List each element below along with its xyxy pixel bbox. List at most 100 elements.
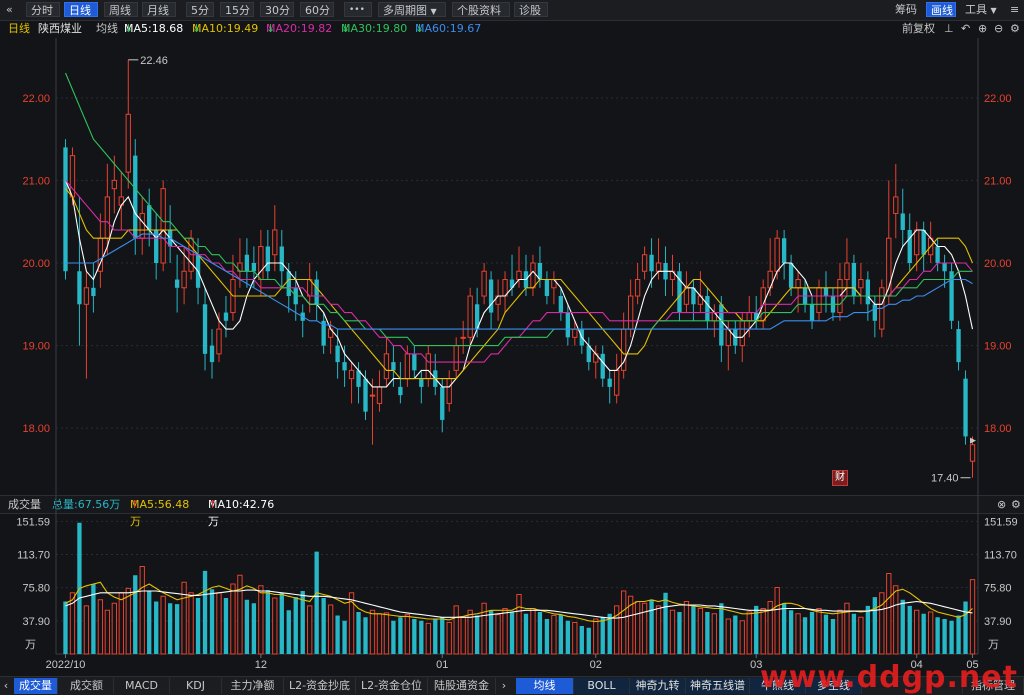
- volume-bar-up: [111, 602, 117, 655]
- volume-bar-down: [363, 617, 368, 654]
- tabs-left-arrow-icon[interactable]: ‹: [0, 679, 12, 693]
- volume-bar-down: [391, 620, 396, 654]
- volume-bar-up: [739, 620, 745, 655]
- volume-bar-up: [711, 613, 718, 655]
- candle-body-up: [641, 254, 648, 272]
- volume-bar-up: [327, 604, 334, 655]
- volume-bar-down: [398, 617, 403, 654]
- tab-l2-bottom[interactable]: L2-资金抄底: [284, 678, 356, 694]
- tab-volume[interactable]: 成交量: [14, 678, 58, 694]
- candle-body-down: [279, 246, 284, 272]
- volume-bar-down: [900, 599, 905, 654]
- candle-body-down: [63, 147, 68, 272]
- volume-bar-down: [872, 597, 877, 654]
- candle-body-up: [481, 270, 487, 297]
- candle-body-down: [942, 263, 947, 272]
- candle-body-up: [969, 444, 976, 462]
- volume-bar-down: [147, 591, 152, 654]
- candle-body-down: [223, 312, 229, 321]
- candle-body-down: [77, 271, 82, 305]
- volume-bar-up: [460, 616, 466, 655]
- volume-bar-up: [530, 608, 536, 655]
- volume-unit-right: 万: [988, 638, 999, 651]
- candle-body-down: [719, 304, 724, 346]
- volume-bar-up: [551, 615, 557, 655]
- volume-bar-down: [293, 597, 298, 654]
- candle-body-up: [460, 336, 466, 339]
- candle-body-up: [739, 320, 745, 347]
- volume-bar-up: [858, 616, 864, 655]
- tab-magic-nine[interactable]: 神奇九转: [630, 678, 686, 694]
- volume-bar-up: [837, 609, 843, 655]
- volume-bar-down: [809, 612, 815, 654]
- volume-bar-up: [453, 605, 459, 655]
- volume-bar-up: [230, 583, 236, 655]
- volume-bar-down: [823, 614, 829, 654]
- volume-bar-down: [956, 615, 961, 654]
- volume-bar-up: [481, 602, 487, 655]
- volume-bar-up: [614, 605, 620, 655]
- volume-bar-down: [523, 613, 529, 654]
- volume-bar-down: [202, 570, 208, 654]
- volume-bar-up: [795, 613, 801, 655]
- volume-bar-down: [286, 610, 291, 654]
- volume-bar-down: [830, 619, 836, 654]
- volume-bar-up: [383, 612, 390, 655]
- volume-bar-down: [600, 617, 605, 654]
- volume-bar-up: [272, 597, 278, 655]
- volume-bar-up: [139, 566, 145, 655]
- tab-boll[interactable]: BOLL: [574, 678, 630, 694]
- candle-body-up: [216, 328, 222, 355]
- finance-badge[interactable]: 财: [832, 470, 848, 486]
- candle-body-up: [516, 270, 522, 281]
- tab-l2-position[interactable]: L2-资金仓位: [356, 678, 428, 694]
- x-tick-label: 02: [590, 659, 602, 671]
- volume-bar-down: [509, 612, 515, 654]
- tab-main-net[interactable]: 主力净额: [222, 678, 284, 694]
- volume-bar-up: [516, 594, 522, 655]
- volume-bar-up: [446, 622, 452, 655]
- tab-turnover[interactable]: 成交额: [60, 678, 114, 694]
- candle-body-up: [530, 262, 536, 289]
- price-tick-label-left: 22.00: [22, 93, 50, 105]
- candle-body-down: [565, 312, 571, 338]
- volume-bar-down: [544, 619, 550, 654]
- tab-ma[interactable]: 均线: [516, 678, 574, 694]
- tab-macd[interactable]: MACD: [114, 678, 170, 694]
- volume-bar-down: [942, 619, 947, 654]
- tab-magic-five[interactable]: 神奇五线谱: [686, 678, 750, 694]
- volume-bar-down: [705, 612, 710, 654]
- candle-body-up: [258, 245, 264, 281]
- candle-body-down: [286, 271, 291, 297]
- candle-body-down: [907, 229, 912, 263]
- candle-body-down: [488, 279, 494, 313]
- candle-body-up: [446, 378, 452, 404]
- volume-bar-down: [719, 603, 724, 654]
- volume-bar-down: [558, 614, 564, 654]
- candle-body-up: [83, 287, 90, 305]
- candle-body-up: [914, 229, 920, 256]
- candle-body-up: [425, 353, 431, 380]
- kline-chart[interactable]: 18.00 18.00 19.00 19.00 20.00 20.00 21.00 21.00…: [0, 0, 1024, 694]
- candle-body-up: [893, 196, 899, 214]
- volume-bar-down: [412, 619, 417, 654]
- volume-bar-down: [223, 598, 229, 654]
- candle-body-up: [404, 353, 411, 380]
- volume-bar-down: [244, 599, 250, 654]
- candle-body-up: [104, 196, 111, 239]
- candle-body-down: [363, 378, 368, 412]
- candle-body-down: [963, 378, 968, 437]
- candle-body-down: [244, 254, 250, 272]
- volume-bar-down: [265, 590, 270, 654]
- candle-body-down: [781, 238, 787, 263]
- tab-kdj[interactable]: KDJ: [170, 678, 222, 694]
- candle-body-down: [935, 246, 940, 263]
- candle-body-up: [774, 237, 780, 272]
- tab-northbound[interactable]: 陆股通资金: [428, 678, 496, 694]
- tabs-right-arrow-icon[interactable]: ›: [498, 679, 510, 693]
- volume-bar-down: [279, 592, 284, 654]
- volume-bar-up: [655, 605, 662, 655]
- volume-bar-up: [118, 592, 124, 655]
- watermark: www.ddgp.net: [760, 660, 1018, 695]
- volume-bar-up: [425, 622, 431, 655]
